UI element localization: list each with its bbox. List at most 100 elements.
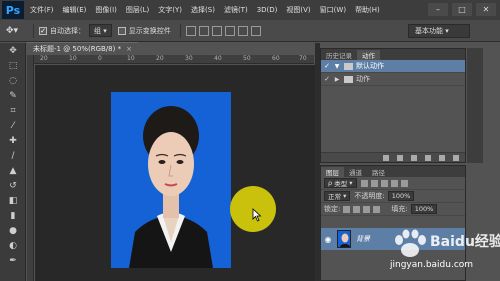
action-set-row[interactable]: ✓ ▼ 默认动作 [321, 60, 465, 73]
collapsed-panel-icons [467, 48, 483, 163]
align-middle-icon[interactable] [198, 25, 209, 36]
check-icon[interactable]: ✓ [321, 75, 333, 83]
menu-bar: Ps 文件(F) 编辑(E) 图像(I) 图层(L) 文字(Y) 选择(S) 滤… [0, 0, 500, 20]
id-photo[interactable] [111, 92, 231, 268]
document-tab[interactable]: 未标题-1 @ 50%(RGB/8) * × [27, 42, 138, 55]
show-transform-label: 显示变换控件 [128, 26, 171, 35]
auto-select-checkbox[interactable]: ✓ [39, 26, 47, 35]
layer-filter-row: ρ 类型 ▾ [321, 177, 465, 190]
marquee-tool-icon[interactable]: ⬚ [0, 58, 26, 73]
align-bottom-icon[interactable] [211, 25, 222, 36]
menu-image[interactable]: 图像(I) [95, 5, 117, 15]
workspace-value: 基本功能 [415, 27, 443, 35]
record-icon[interactable] [397, 154, 403, 161]
opacity-field[interactable]: 100% [387, 191, 415, 201]
smart-object-filter-icon[interactable] [400, 179, 408, 187]
portrait-illustration [129, 106, 213, 268]
ruler-tick: 60 [272, 55, 280, 62]
layer-name: 背景 [356, 235, 370, 243]
quick-select-tool-icon[interactable]: ✎ [0, 88, 26, 103]
crop-tool-icon[interactable]: ⌗ [0, 103, 26, 118]
ruler-tick: 10 [69, 55, 77, 62]
fill-label: 填充: [391, 205, 408, 213]
ruler-tick: 20 [156, 55, 164, 62]
menu-window[interactable]: 窗口(W) [320, 5, 346, 15]
layer-kind-dropdown[interactable]: ρ 类型 ▾ [324, 178, 357, 188]
menu-help[interactable]: 帮助(H) [355, 5, 380, 15]
align-top-icon[interactable] [185, 25, 196, 36]
trash-icon[interactable] [453, 154, 459, 161]
watermark-brand: Baidu经验 [430, 234, 500, 250]
thumbnail-portrait [338, 231, 350, 247]
blend-mode-dropdown[interactable]: 正常 ▾ [324, 191, 351, 201]
close-button[interactable]: ✕ [476, 3, 496, 16]
menu-3d[interactable]: 3D(D) [257, 6, 278, 14]
healing-brush-icon[interactable]: ✚ [0, 133, 26, 148]
opacity-value: 100% [391, 192, 411, 200]
blend-row: 正常 ▾ 不透明度: 100% [321, 190, 465, 203]
tab-history[interactable]: 历史记录 [321, 50, 357, 60]
align-left-icon[interactable] [224, 25, 235, 36]
move-tool-icon[interactable]: ✥ [0, 43, 26, 58]
blur-tool-icon[interactable]: ● [0, 223, 26, 238]
menu-layer[interactable]: 图层(L) [126, 5, 149, 15]
tools-panel: ✥ ⬚ ◌ ✎ ⌗ ⁄ ✚ ∕ ▲ ↺ ◧ ▮ ● ◐ ✒ [0, 43, 26, 281]
eyedropper-tool-icon[interactable]: ⁄ [0, 118, 26, 133]
eraser-tool-icon[interactable]: ◧ [0, 193, 26, 208]
new-set-icon[interactable] [425, 154, 431, 161]
fill-value: 100% [414, 205, 434, 213]
play-icon[interactable] [411, 154, 417, 161]
pen-tool-icon[interactable]: ✒ [0, 253, 26, 268]
menu-view[interactable]: 视图(V) [286, 5, 310, 15]
history-panel-tabs: 历史记录 动作 [321, 49, 465, 60]
fill-field[interactable]: 100% [410, 204, 438, 214]
expand-right-icon[interactable]: ▶ [333, 76, 341, 83]
document-title: 未标题-1 @ 50%(RGB/8) * [33, 45, 122, 53]
menu-edit[interactable]: 编辑(E) [63, 5, 87, 15]
menu-filter[interactable]: 滤镜(T) [224, 5, 248, 15]
align-center-icon[interactable] [237, 25, 248, 36]
adjustment-filter-icon[interactable] [370, 179, 378, 187]
history-brush-icon[interactable]: ↺ [0, 178, 26, 193]
stop-icon[interactable] [383, 154, 389, 161]
expand-down-icon[interactable]: ▼ [333, 63, 341, 70]
tab-channels[interactable]: 通道 [344, 167, 367, 177]
lock-row: 锁定: 填充: 100% [321, 203, 465, 216]
dodge-tool-icon[interactable]: ◐ [0, 238, 26, 253]
tab-layers[interactable]: 图层 [321, 167, 344, 177]
action-row[interactable]: ✓ ▶ 动作 [321, 73, 465, 86]
new-action-icon[interactable] [439, 154, 445, 161]
close-tab-icon[interactable]: × [126, 45, 132, 53]
pixel-filter-icon[interactable] [360, 179, 368, 187]
clone-stamp-icon[interactable]: ▲ [0, 163, 26, 178]
visibility-eye-icon[interactable]: ◉ [321, 235, 335, 244]
separator [179, 23, 181, 38]
move-tool-preset-icon[interactable]: ✥▾ [6, 24, 28, 38]
ruler-tick: 20 [40, 55, 48, 62]
gradient-tool-icon[interactable]: ▮ [0, 208, 26, 223]
lock-pixels-icon[interactable] [353, 205, 361, 213]
brush-tool-icon[interactable]: ∕ [0, 148, 26, 163]
baidu-jingyan-watermark: Baidu经验 jingyan.baidu.com [388, 226, 500, 281]
shape-filter-icon[interactable] [390, 179, 398, 187]
workspace-dropdown[interactable]: 基本功能 ▾ [408, 24, 470, 38]
tab-paths[interactable]: 路径 [367, 167, 390, 177]
check-icon[interactable]: ✓ [321, 62, 333, 70]
align-right-icon[interactable] [250, 25, 261, 36]
show-transform-checkbox[interactable] [117, 26, 126, 35]
lock-transparent-icon[interactable] [343, 205, 351, 213]
minimize-button[interactable]: – [428, 3, 448, 16]
type-filter-icon[interactable] [380, 179, 388, 187]
maximize-button[interactable]: □ [452, 3, 472, 16]
lock-all-icon[interactable] [373, 205, 381, 213]
auto-select-dropdown[interactable]: 组 ▾ [89, 24, 112, 37]
tab-actions[interactable]: 动作 [357, 50, 380, 60]
menu-file[interactable]: 文件(F) [30, 5, 54, 15]
separator [33, 23, 34, 38]
folder-icon [344, 75, 353, 83]
menu-select[interactable]: 选择(S) [191, 5, 215, 15]
lasso-tool-icon[interactable]: ◌ [0, 73, 26, 88]
lock-position-icon[interactable] [363, 205, 371, 213]
ruler-tick: 30 [185, 55, 193, 62]
menu-type[interactable]: 文字(Y) [158, 5, 182, 15]
